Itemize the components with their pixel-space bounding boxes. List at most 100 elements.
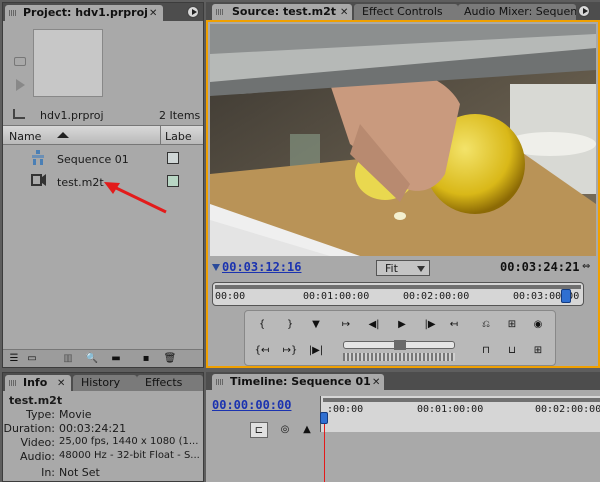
new-item-icon[interactable]: ▪ bbox=[137, 351, 155, 367]
play-icon[interactable]: ▶ bbox=[393, 317, 411, 333]
source-tabbar: Source: test.m2t ✕ Effect Controls Audio… bbox=[206, 2, 600, 20]
shuttle-slider[interactable] bbox=[343, 340, 455, 350]
jog-wheel[interactable] bbox=[343, 353, 455, 361]
column-divider[interactable] bbox=[160, 126, 161, 144]
project-tabbar: Project: hdv1.prproj ✕ bbox=[3, 3, 203, 21]
playhead-icon[interactable] bbox=[320, 412, 328, 424]
step-forward-icon[interactable]: |▶ bbox=[421, 317, 439, 333]
in-point-marker-icon[interactable] bbox=[212, 264, 220, 271]
grip-icon[interactable] bbox=[9, 380, 17, 386]
loop-icon[interactable]: ⎌ bbox=[477, 317, 495, 333]
label-swatch[interactable] bbox=[167, 152, 179, 164]
poster-frame-icon[interactable] bbox=[14, 57, 26, 66]
info-label: Type: bbox=[26, 408, 55, 421]
column-name[interactable]: Name bbox=[9, 130, 41, 143]
ruler-tick: 00:00 bbox=[215, 291, 246, 302]
column-label[interactable]: Labe bbox=[165, 130, 192, 143]
video-frame bbox=[210, 24, 596, 256]
close-icon[interactable]: ✕ bbox=[149, 6, 157, 21]
find-icon[interactable]: 🔍 bbox=[83, 351, 101, 367]
grip-icon[interactable] bbox=[9, 10, 17, 16]
item-count: 2 Items bbox=[159, 109, 201, 122]
tab-effects[interactable]: Effects bbox=[137, 375, 203, 391]
zoom-select-value: Fit bbox=[385, 262, 398, 275]
tab-info[interactable]: Info ✕ bbox=[5, 375, 71, 391]
timeline-tabbar: Timeline: Sequence 01 ✕ bbox=[206, 372, 600, 390]
clip-duration: 00:03:24:21 bbox=[500, 260, 580, 274]
column-header: Name Labe bbox=[3, 125, 203, 145]
go-to-prev-marker-icon[interactable]: {↤ bbox=[253, 343, 271, 359]
sequence-icon bbox=[31, 150, 45, 166]
tab-timeline-label: Timeline: Sequence 01 bbox=[230, 375, 371, 388]
zoom-select[interactable]: Fit bbox=[376, 260, 430, 276]
step-back-icon[interactable]: ◀| bbox=[365, 317, 383, 333]
info-clip-name: test.m2t bbox=[9, 394, 63, 407]
info-label: Audio: bbox=[20, 450, 55, 463]
tab-timeline[interactable]: Timeline: Sequence 01 ✕ bbox=[212, 374, 384, 390]
tab-effect-controls[interactable]: Effect Controls bbox=[354, 4, 458, 20]
set-marker-icon[interactable]: ▲ bbox=[298, 422, 316, 438]
info-label: Duration: bbox=[3, 422, 55, 435]
tab-audio-mixer[interactable]: Audio Mixer: Sequence bbox=[458, 4, 576, 20]
automate-to-sequence-icon[interactable]: ▥ bbox=[59, 351, 77, 367]
tab-effect-controls-label: Effect Controls bbox=[362, 5, 443, 18]
info-value: 00:03:24:21 bbox=[59, 422, 127, 435]
video-clip-icon bbox=[31, 173, 46, 187]
current-timecode[interactable]: 00:03:12:16 bbox=[222, 260, 301, 274]
close-icon[interactable]: ✕ bbox=[372, 375, 380, 390]
project-filename: hdv1.prproj bbox=[40, 109, 104, 122]
go-to-out-icon[interactable]: ↤ bbox=[445, 317, 463, 333]
sort-ascending-icon[interactable] bbox=[57, 132, 69, 138]
ruler-track bbox=[323, 398, 600, 402]
tab-history[interactable]: History bbox=[73, 375, 137, 391]
marker-icon[interactable]: ▼ bbox=[307, 317, 325, 333]
timeline-panel: Timeline: Sequence 01 ✕ 00:00:00:00 ⊏ ◎ … bbox=[206, 372, 600, 482]
panel-menu-icon[interactable] bbox=[187, 6, 199, 18]
tab-effects-label: Effects bbox=[145, 376, 183, 389]
playhead-icon[interactable] bbox=[561, 289, 571, 303]
set-out-icon[interactable]: } bbox=[281, 317, 299, 333]
close-icon[interactable]: ✕ bbox=[340, 5, 348, 20]
source-monitor-panel: Source: test.m2t ✕ Effect Controls Audio… bbox=[206, 2, 600, 368]
grip-icon[interactable] bbox=[216, 9, 224, 15]
shuttle-handle[interactable] bbox=[394, 340, 406, 350]
set-in-icon[interactable]: { bbox=[253, 317, 271, 333]
tab-audio-mixer-label: Audio Mixer: Sequence bbox=[464, 5, 576, 18]
list-item[interactable]: Sequence 01 bbox=[3, 149, 203, 169]
go-to-next-marker-icon[interactable]: ↦} bbox=[281, 343, 299, 359]
tab-source-label: Source: test.m2t bbox=[232, 5, 337, 18]
folder-up-icon[interactable] bbox=[13, 109, 25, 119]
video-still bbox=[210, 24, 596, 256]
overlay-icon[interactable]: ⊔ bbox=[503, 343, 521, 359]
safe-margins-icon[interactable]: ⊞ bbox=[503, 317, 521, 333]
set-encore-marker-icon[interactable]: ◎ bbox=[276, 422, 294, 438]
insert-icon[interactable]: ⊓ bbox=[477, 343, 495, 359]
settings-icon[interactable]: ⇔ bbox=[582, 261, 590, 272]
info-value: Movie bbox=[59, 408, 92, 421]
panel-menu-icon[interactable] bbox=[578, 5, 590, 17]
close-icon[interactable]: ✕ bbox=[57, 376, 65, 391]
item-name: test.m2t bbox=[57, 176, 104, 189]
ruler-tick: 00:02:00:00 bbox=[535, 404, 600, 415]
tab-project[interactable]: Project: hdv1.prproj ✕ bbox=[5, 5, 163, 21]
icon-view-icon[interactable]: ▭ bbox=[23, 351, 41, 367]
timeline-ruler[interactable]: :00:00 00:01:00:00 00:02:00:00 bbox=[320, 396, 600, 432]
list-view-icon[interactable]: ☰ bbox=[5, 351, 23, 367]
playhead-line bbox=[324, 424, 325, 482]
grip-icon[interactable] bbox=[216, 379, 224, 385]
info-rows: Type: Movie Duration: 00:03:24:21 Video:… bbox=[3, 408, 203, 480]
play-thumbnail-icon[interactable] bbox=[16, 79, 25, 91]
timeline-timecode[interactable]: 00:00:00:00 bbox=[212, 398, 291, 412]
clear-icon[interactable]: 🗑 bbox=[161, 351, 179, 367]
tab-source[interactable]: Source: test.m2t ✕ bbox=[212, 4, 352, 20]
tab-info-label: Info bbox=[23, 376, 48, 389]
take-audio-video-icon[interactable]: ⊞ bbox=[529, 343, 547, 359]
output-icon[interactable]: ◉ bbox=[529, 317, 547, 333]
info-row: In: Not Set bbox=[3, 466, 203, 480]
snap-icon[interactable]: ⊏ bbox=[250, 422, 268, 438]
new-bin-icon[interactable]: ▬ bbox=[107, 351, 125, 367]
info-row: Type: Movie bbox=[3, 408, 203, 422]
play-in-to-out-icon[interactable]: |▶| bbox=[307, 343, 325, 359]
go-to-in-icon[interactable]: ↦ bbox=[337, 317, 355, 333]
time-ruler[interactable]: 00:00 00:01:00:00 00:02:00:00 00:03:00:0… bbox=[212, 282, 584, 306]
